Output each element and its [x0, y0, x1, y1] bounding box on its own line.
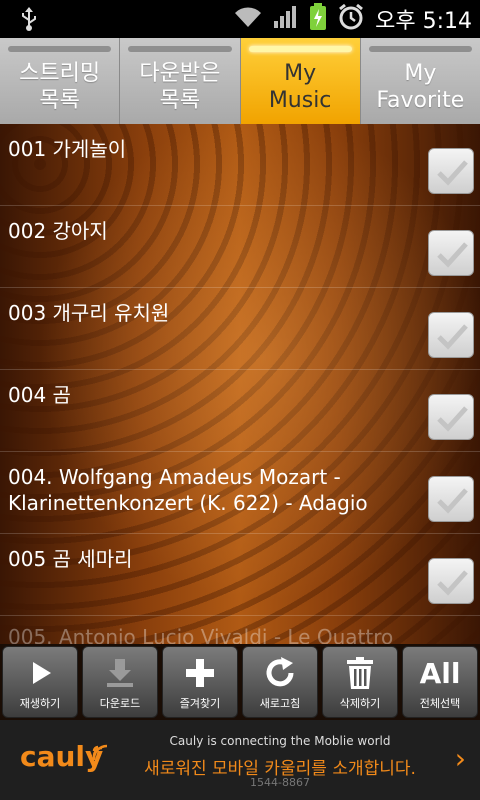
select-all-glyph: All	[419, 656, 461, 690]
song-title: 005. Antonio Lucio Vivaldi - Le Quattro	[8, 625, 394, 644]
chevron-right-icon[interactable]: ›	[455, 742, 466, 775]
item-checkbox[interactable]	[428, 148, 474, 194]
tab-downloaded-list[interactable]: 다운받은 목록	[120, 38, 241, 124]
checkmark-icon	[437, 406, 468, 432]
list-item[interactable]: 004 곰	[0, 370, 480, 452]
item-checkbox[interactable]	[428, 476, 474, 522]
checkmark-icon	[437, 242, 468, 268]
refresh-icon	[243, 653, 317, 693]
song-title: 004 곰	[8, 383, 71, 407]
download-button[interactable]: 다운로드	[82, 646, 158, 718]
alarm-icon	[337, 3, 365, 35]
cauly-logo: cauly	[20, 740, 104, 773]
ad-phone: 1544-8867	[250, 776, 310, 789]
tab-streaming-list[interactable]: 스트리밍 목록	[0, 38, 121, 124]
checkmark-icon	[437, 570, 468, 596]
refresh-button[interactable]: 새로고침	[242, 646, 318, 718]
list-item[interactable]: 002 강아지	[0, 206, 480, 288]
checkmark-icon	[437, 324, 468, 350]
ad-tagline: Cauly is connecting the Moblie world	[169, 734, 391, 748]
button-label: 다운로드	[99, 697, 141, 710]
tab-indicator	[248, 46, 352, 52]
tab-indicator	[368, 46, 472, 52]
plus-icon	[163, 653, 237, 693]
song-title: 002 강아지	[8, 219, 108, 243]
tab-indicator	[8, 46, 112, 52]
item-checkbox[interactable]	[428, 394, 474, 440]
signal-wave-icon	[92, 740, 110, 764]
action-toolbar: 재생하기 다운로드 즐겨찾기 새로고침 삭제하기 All 전체선택	[0, 644, 480, 720]
signal-icon	[273, 5, 299, 33]
list-item[interactable]: 003 개구리 유치원	[0, 288, 480, 370]
trash-icon	[323, 653, 397, 693]
tab-label: 다운받은 목록	[139, 61, 221, 113]
download-icon	[83, 653, 157, 693]
song-list[interactable]: 001 가게놀이 002 강아지 003 개구리 유치원 004 곰 004. …	[0, 124, 480, 644]
button-label: 즐겨찾기	[179, 697, 221, 710]
item-checkbox[interactable]	[428, 312, 474, 358]
checkmark-icon	[437, 160, 468, 186]
select-all-icon: All	[403, 653, 477, 693]
tab-label: My Music	[268, 61, 332, 113]
tab-label: 스트리밍 목록	[19, 61, 101, 113]
tab-bar: 스트리밍 목록 다운받은 목록 My Music My Favorite	[0, 38, 480, 124]
list-item[interactable]: 005. Antonio Lucio Vivaldi - Le Quattro	[0, 616, 480, 644]
song-title: 005 곰 세마리	[8, 547, 133, 571]
button-label: 삭제하기	[339, 697, 381, 710]
wifi-icon	[233, 5, 263, 33]
tab-my-music[interactable]: My Music	[240, 38, 361, 124]
list-item[interactable]: 005 곰 세마리	[0, 534, 480, 616]
status-bar: 오후 5:14	[0, 0, 480, 38]
song-title: 003 개구리 유치원	[8, 301, 170, 325]
checkmark-icon	[437, 488, 468, 514]
button-label: 새로고침	[259, 697, 301, 710]
play-button[interactable]: 재생하기	[2, 646, 78, 718]
item-checkbox[interactable]	[428, 558, 474, 604]
delete-button[interactable]: 삭제하기	[322, 646, 398, 718]
favorite-button[interactable]: 즐겨찾기	[162, 646, 238, 718]
button-label: 재생하기	[19, 697, 61, 710]
select-all-button[interactable]: All 전체선택	[402, 646, 478, 718]
item-checkbox[interactable]	[428, 230, 474, 276]
tab-indicator	[128, 46, 232, 52]
status-clock: 오후 5:14	[375, 9, 472, 34]
song-title: 004. Wolfgang Amadeus Mozart - Klarinett…	[8, 465, 368, 515]
play-icon	[3, 653, 77, 693]
battery-charging-icon	[309, 3, 327, 35]
usb-icon	[18, 6, 40, 32]
button-label: 전체선택	[419, 697, 461, 710]
song-title: 001 가게놀이	[8, 137, 127, 161]
tab-label: My Favorite	[376, 61, 465, 113]
ad-banner[interactable]: cauly Cauly is connecting the Moblie wor…	[0, 720, 480, 800]
tab-my-favorite[interactable]: My Favorite	[361, 38, 480, 124]
list-item[interactable]: 001 가게놀이	[0, 124, 480, 206]
list-item[interactable]: 004. Wolfgang Amadeus Mozart - Klarinett…	[0, 452, 480, 534]
